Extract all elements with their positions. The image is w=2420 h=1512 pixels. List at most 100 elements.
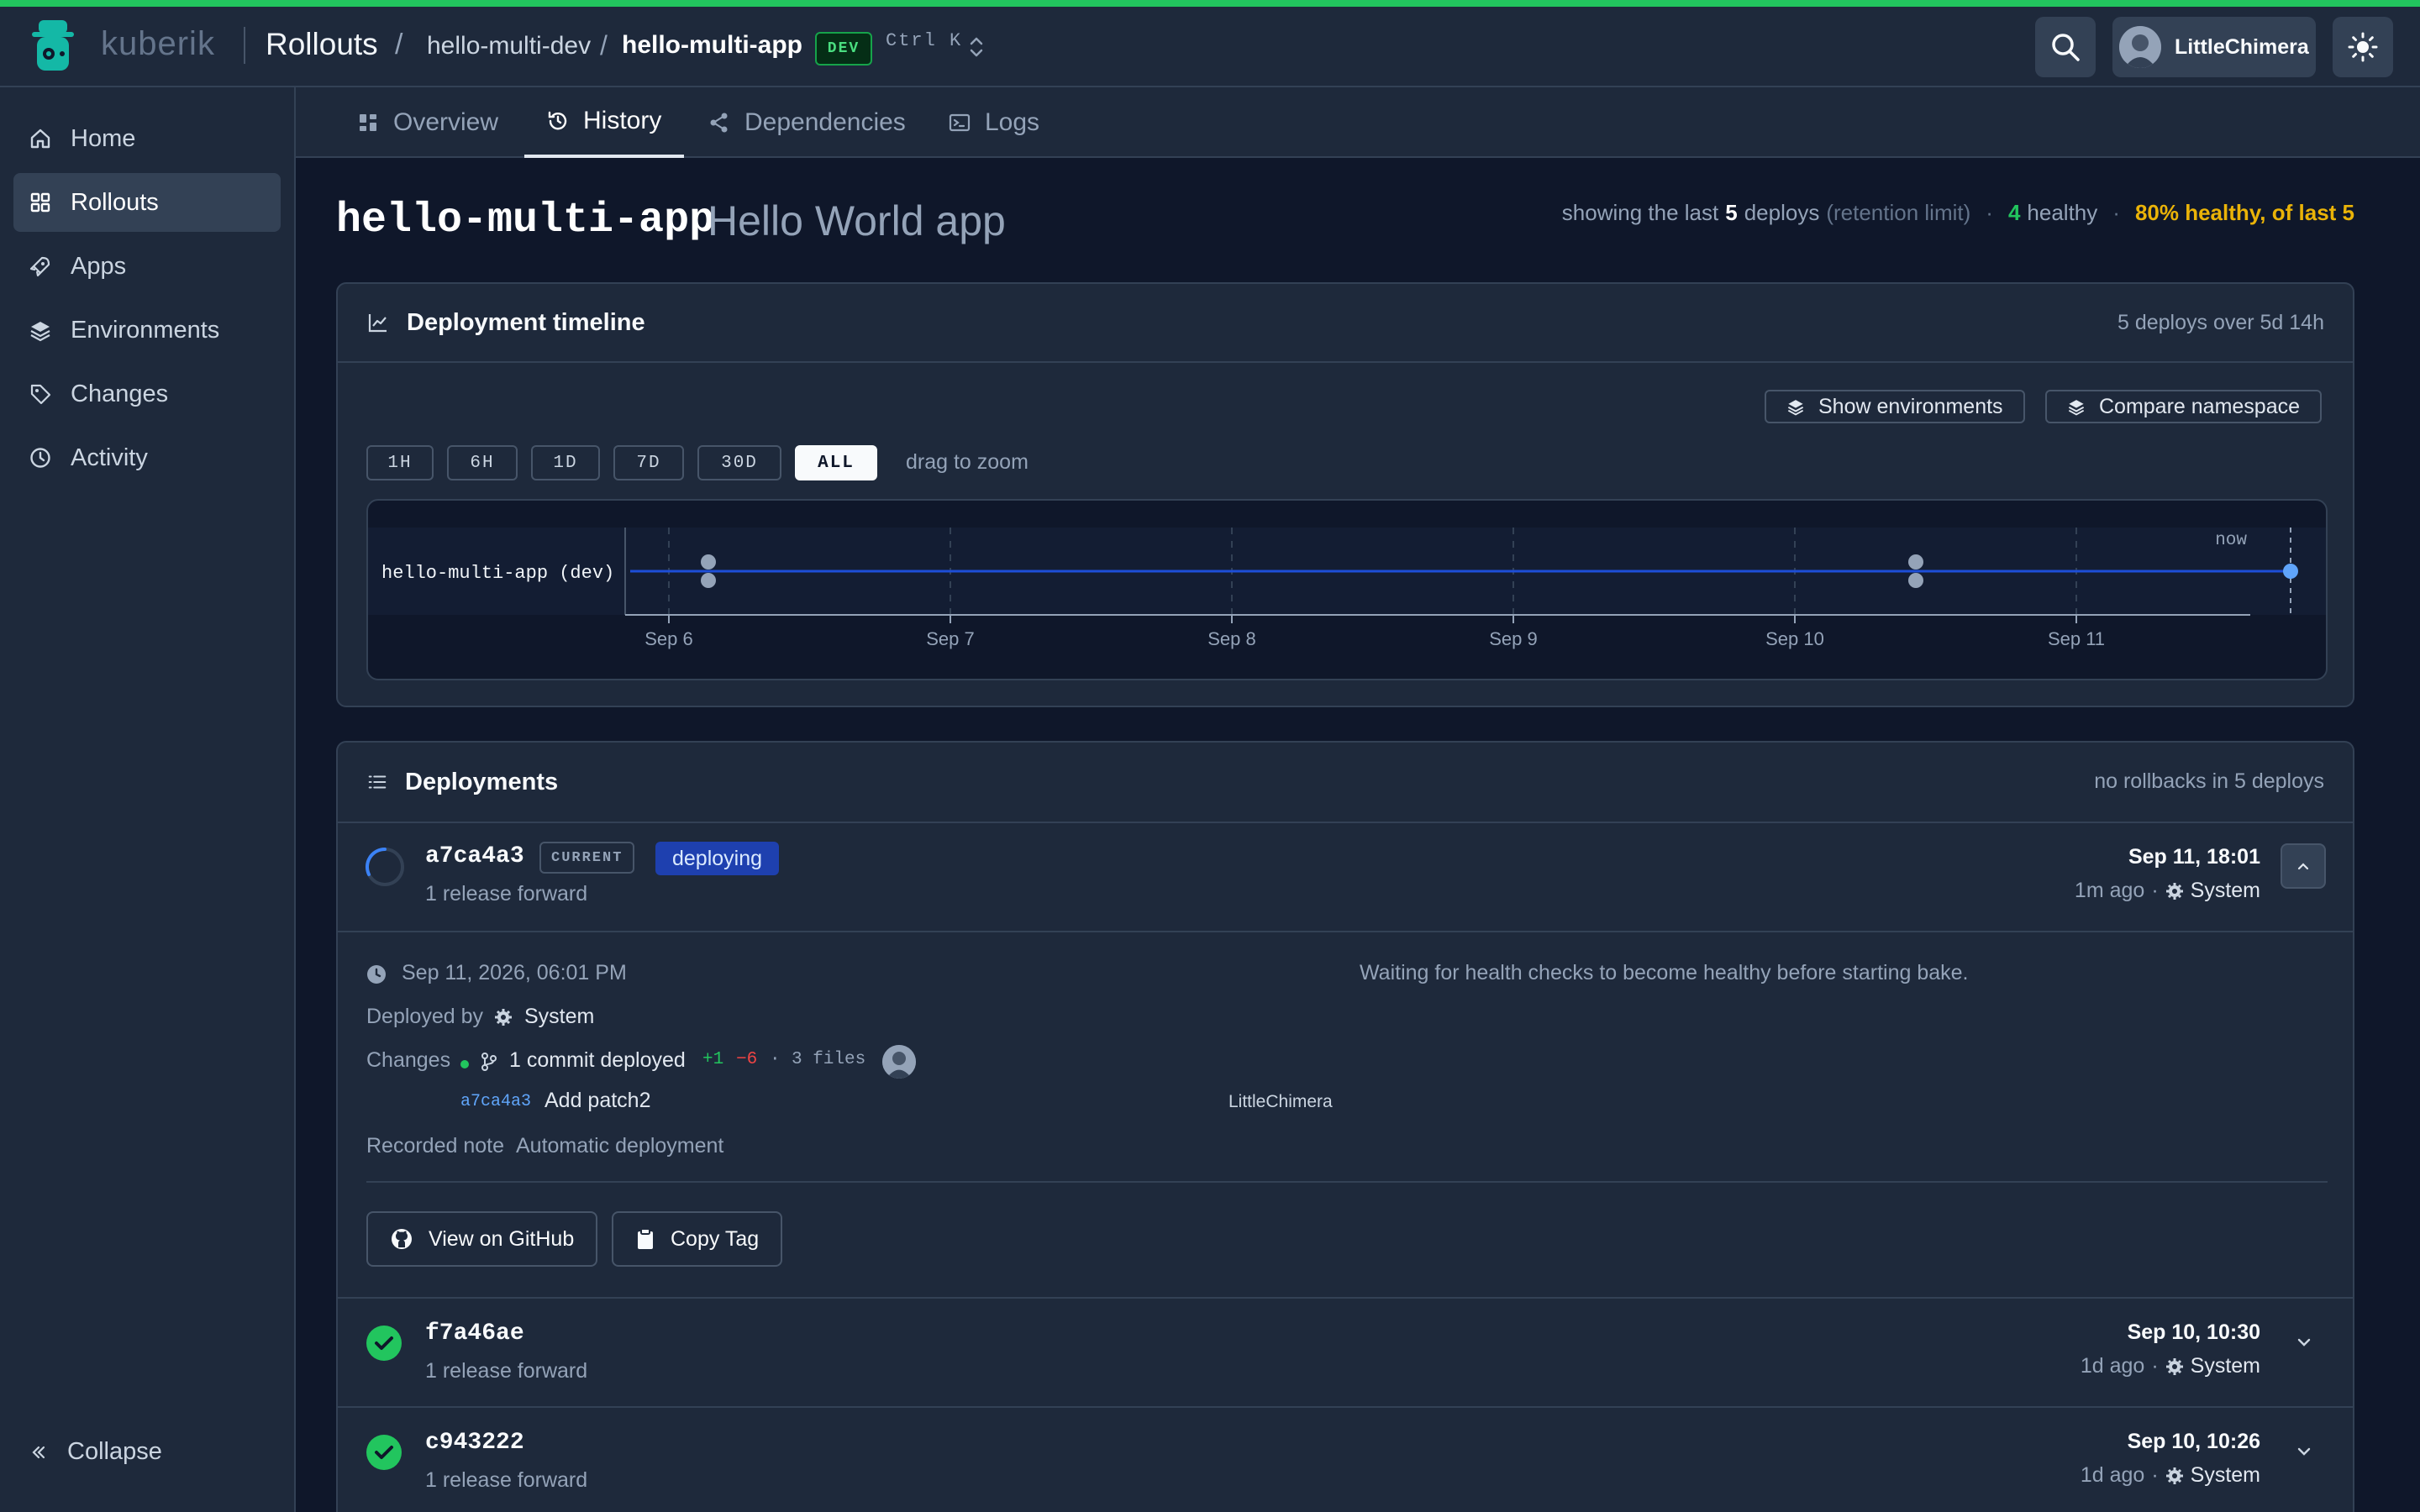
axis-tick-label: Sep 9 — [1489, 628, 1538, 649]
tab-label: Logs — [985, 108, 1040, 136]
commit-sha-link[interactable]: a7ca4a3 — [460, 1092, 531, 1111]
summary-healthy-count: 4 — [2007, 200, 2021, 225]
breadcrumb-rollout[interactable]: hello-multi-app — [622, 31, 802, 60]
sidebar-item-environments[interactable]: Environments — [13, 301, 281, 360]
commit-author: LittleChimera — [1228, 1092, 1333, 1111]
summary-deploys: deploys — [1744, 200, 1820, 225]
collapse-sidebar-button[interactable]: Collapse — [30, 1438, 162, 1466]
chart-line-icon — [368, 314, 387, 333]
layers-icon — [2068, 400, 2085, 416]
chevron-up-down-icon[interactable] — [966, 34, 986, 60]
additions: +1 — [702, 1050, 724, 1069]
sidebar-item-label: Rollouts — [71, 188, 159, 216]
deployment-sha[interactable]: c943222 — [425, 1430, 524, 1456]
deployment-row[interactable]: a7ca4a3 CURRENT deploying 1 release forw… — [338, 822, 2353, 931]
deployment-row[interactable]: c943222 1 release forward Sep 10, 10:26 … — [338, 1406, 2353, 1512]
page-subtitle: Hello World app — [708, 197, 1006, 244]
status-badge: deploying — [655, 842, 780, 875]
deployed-by-name: System — [2190, 1463, 2260, 1487]
deploy-point-current[interactable] — [2283, 564, 2298, 579]
shortcut-hint[interactable]: Ctrl K — [886, 30, 962, 51]
search-icon — [2052, 34, 2080, 61]
range-30d-button[interactable]: 30D — [697, 445, 781, 480]
current-badge: CURRENT — [539, 842, 635, 874]
deployment-row[interactable]: f7a46ae 1 release forward Sep 10, 10:30 … — [338, 1297, 2353, 1406]
tab-history[interactable]: History — [524, 87, 684, 158]
range-1h-button[interactable]: 1H — [366, 445, 434, 480]
clock-icon — [367, 965, 386, 984]
sidebar-item-apps[interactable]: Apps — [13, 237, 281, 296]
deploy-point[interactable] — [1908, 554, 1923, 570]
summary-count: 5 — [1725, 200, 1738, 225]
breadcrumb-separator: / — [600, 30, 608, 60]
deployment-time: Sep 10, 10:30 — [2127, 1320, 2260, 1344]
deployment-message: Waiting for health checks to become heal… — [1360, 961, 1969, 984]
kuberik-logo-icon[interactable] — [30, 18, 76, 74]
check-circle-icon — [366, 1435, 402, 1470]
github-label: View on GitHub — [429, 1226, 575, 1251]
deployment-time: Sep 10, 10:26 — [2127, 1430, 2260, 1453]
deletions: −6 — [736, 1050, 758, 1069]
environment-badge: DEV — [815, 32, 872, 66]
search-button[interactable] — [2035, 17, 2096, 77]
recorded-note-label: Recorded note — [366, 1134, 505, 1158]
spinner-icon — [366, 847, 404, 886]
deployment-sha[interactable]: f7a46ae — [425, 1320, 524, 1347]
breadcrumb-section[interactable]: Rollouts — [266, 27, 378, 62]
compare-namespace-button[interactable]: Compare namespace — [2045, 390, 2323, 423]
deploy-point[interactable] — [1908, 573, 1923, 588]
timeline-chart[interactable]: hello-multi-app (dev) now Sep 6 Sep 7 Se… — [366, 499, 2328, 680]
gear-icon — [2165, 882, 2183, 900]
tab-dependencies[interactable]: Dependencies — [708, 87, 906, 158]
commit-message: Add patch2 — [544, 1089, 651, 1112]
tab-logs[interactable]: Logs — [948, 87, 1039, 158]
theme-toggle-button[interactable] — [2333, 17, 2393, 77]
deployments-header: Deployments — [338, 743, 2353, 822]
view-on-github-button[interactable]: View on GitHub — [366, 1211, 598, 1267]
deployment-meta: 1m ago · System — [2075, 879, 2260, 903]
range-all-button[interactable]: ALL — [795, 445, 877, 480]
compare-namespace-label: Compare namespace — [2099, 394, 2301, 418]
chevron-down-icon[interactable] — [2294, 1441, 2314, 1462]
breadcrumb-namespace[interactable]: hello-multi-dev — [427, 32, 591, 60]
deployment-sha[interactable]: a7ca4a3 — [425, 843, 524, 869]
summary-separator: · — [2112, 200, 2120, 225]
sidebar-item-changes[interactable]: Changes — [13, 365, 281, 423]
deploy-point[interactable] — [701, 573, 716, 588]
deploy-point[interactable] — [701, 554, 716, 570]
sidebar-item-home[interactable]: Home — [13, 109, 281, 168]
brand-name[interactable]: kuberik — [101, 25, 215, 63]
user-menu-button[interactable]: LittleChimera — [2112, 17, 2316, 77]
recorded-note-value: Automatic deployment — [516, 1134, 724, 1158]
top-accent-bar — [0, 0, 2420, 7]
breadcrumb-separator: / — [395, 29, 403, 60]
tab-overview[interactable]: Overview — [356, 87, 498, 158]
copy-tag-button[interactable]: Copy Tag — [612, 1211, 783, 1267]
gear-icon — [2165, 1467, 2183, 1484]
tab-label: History — [583, 107, 662, 134]
show-environments-button[interactable]: Show environments — [1765, 390, 2025, 423]
chevron-up-icon — [2297, 863, 2309, 870]
summary-health-percent: 80% healthy, of last 5 — [2134, 200, 2354, 225]
sidebar-item-rollouts[interactable]: Rollouts — [13, 173, 281, 232]
deployment-ago: 1m ago — [2074, 879, 2145, 902]
range-1d-button[interactable]: 1D — [531, 445, 600, 480]
axis-tick-label: Sep 8 — [1207, 628, 1256, 649]
range-6h-button[interactable]: 6H — [447, 445, 518, 480]
collapse-row-button[interactable] — [2281, 843, 2326, 889]
range-7d-button[interactable]: 7D — [613, 445, 684, 480]
copy-tag-label: Copy Tag — [671, 1226, 760, 1251]
commit-count[interactable]: 1 commit deployed — [509, 1048, 686, 1073]
deployed-by-value: System — [524, 1005, 595, 1028]
axis-tick-label: Sep 6 — [644, 628, 693, 649]
axis-tick-label: Sep 7 — [926, 628, 975, 649]
tag-icon — [30, 384, 51, 405]
sidebar-item-label: Apps — [71, 252, 127, 280]
sidebar-item-activity[interactable]: Activity — [13, 428, 281, 487]
deploy-summary: showing the last 5 deploys (retention li… — [1562, 200, 2354, 226]
layers-icon — [1787, 400, 1804, 416]
summary-retention: (retention limit) — [1826, 200, 1971, 225]
summary-prefix: showing the last — [1561, 200, 1719, 225]
chevron-down-icon[interactable] — [2294, 1332, 2314, 1352]
sidebar-item-label: Activity — [71, 444, 148, 471]
